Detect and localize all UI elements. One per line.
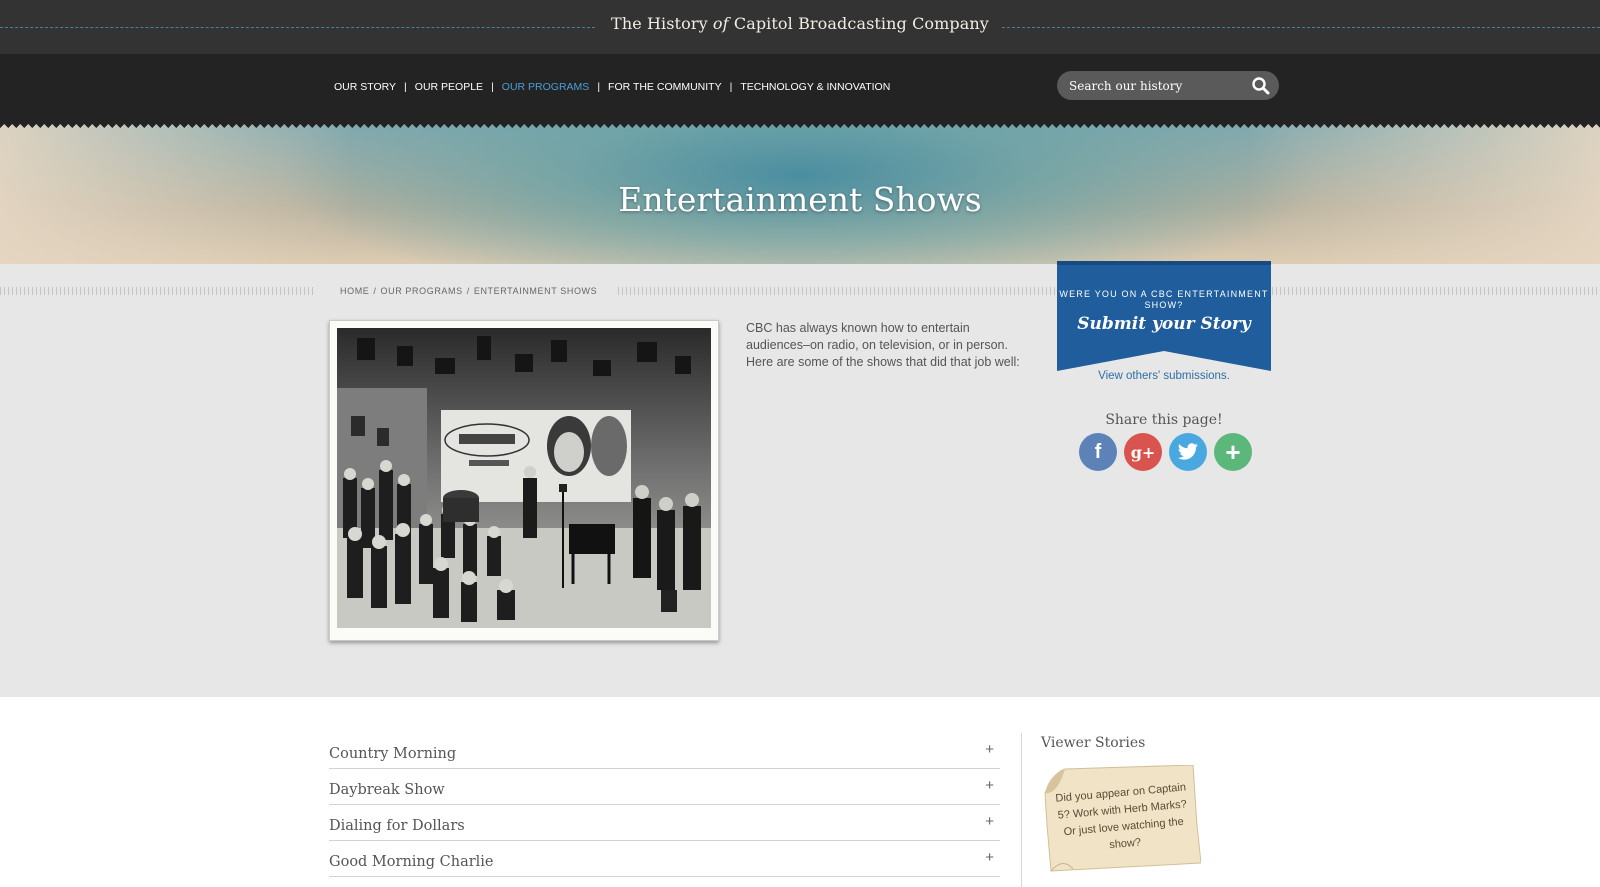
site-title-pre: The History xyxy=(611,14,713,33)
nav-our-programs[interactable]: OUR PROGRAMS xyxy=(502,81,590,93)
site-title-post: Capitol Broadcasting Company xyxy=(728,14,989,33)
tick-rule xyxy=(1272,287,1600,295)
facebook-share-button[interactable]: f xyxy=(1079,433,1117,471)
share-title: Share this page! xyxy=(1105,412,1223,428)
google-plus-icon: g+ xyxy=(1130,442,1156,462)
nav-for-the-community[interactable]: FOR THE COMMUNITY xyxy=(608,81,722,93)
accordion-label: Country Morning xyxy=(329,746,457,762)
title-rule-left xyxy=(0,27,595,28)
breadcrumb: HOME / OUR PROGRAMS / ENTERTAINMENT SHOWS xyxy=(340,286,597,296)
studio-photo xyxy=(337,328,711,628)
intro-text: CBC has always known how to entertain au… xyxy=(746,321,1020,369)
share-buttons: f g+ + xyxy=(1079,433,1252,471)
shows-section: Country Morning + Daybreak Show + Dialin… xyxy=(0,697,1600,887)
site-title-of: of xyxy=(712,14,729,33)
facebook-icon: f xyxy=(1094,440,1102,463)
twitter-icon xyxy=(1177,443,1198,460)
hero-banner: Entertainment Shows xyxy=(0,120,1600,264)
nav-our-story[interactable]: OUR STORY xyxy=(334,81,396,93)
accordion-item-dialing-for-dollars[interactable]: Dialing for Dollars + xyxy=(329,805,1000,841)
top-title-bar: The History of Capitol Broadcasting Comp… xyxy=(0,0,1600,54)
submit-story-button[interactable]: Submit your Story xyxy=(1057,314,1271,334)
more-share-button[interactable]: + xyxy=(1214,433,1252,471)
page-title: Entertainment Shows xyxy=(618,180,982,219)
viewer-story-prompt: Did you appear on Captain 5? Work with H… xyxy=(1055,781,1188,852)
nav-our-people[interactable]: OUR PEOPLE xyxy=(415,81,483,93)
expand-icon[interactable]: + xyxy=(985,849,994,866)
nav-separator: | xyxy=(404,81,407,93)
twitter-share-button[interactable] xyxy=(1169,433,1207,471)
nav-separator: | xyxy=(491,81,494,93)
search-input[interactable] xyxy=(1069,71,1247,100)
nav-separator: | xyxy=(729,81,733,93)
tick-rule xyxy=(0,287,313,295)
plus-icon: + xyxy=(1225,436,1241,467)
submit-story-banner[interactable]: WERE YOU ON A CBC ENTERTAINMENT SHOW? Su… xyxy=(1057,261,1271,372)
site-title[interactable]: The History of Capitol Broadcasting Comp… xyxy=(600,14,1000,33)
view-submissions-link[interactable]: View others' submissions. xyxy=(1057,370,1271,382)
breadcrumb-separator: / xyxy=(373,286,377,296)
zigzag-edge xyxy=(0,120,1600,128)
tick-rule xyxy=(618,287,1056,295)
nav-technology-innovation[interactable]: TECHNOLOGY & INNOVATION xyxy=(740,81,890,93)
accordion-label: Dialing for Dollars xyxy=(329,818,465,834)
breadcrumb-our-programs[interactable]: OUR PROGRAMS xyxy=(381,286,463,296)
magnifier-icon xyxy=(1252,77,1270,95)
main-navbar: OUR STORY | OUR PEOPLE | OUR PROGRAMS | … xyxy=(0,54,1600,124)
expand-icon[interactable]: + xyxy=(985,813,994,830)
breadcrumb-home[interactable]: HOME xyxy=(340,286,369,296)
accordion-label: Daybreak Show xyxy=(329,782,445,798)
search-button[interactable] xyxy=(1251,76,1271,96)
accordion-item-daybreak-show[interactable]: Daybreak Show + xyxy=(329,769,1000,805)
search-box xyxy=(1057,71,1279,100)
google-plus-share-button[interactable]: g+ xyxy=(1124,433,1162,471)
expand-icon[interactable]: + xyxy=(985,777,994,794)
nav-separator: | xyxy=(597,81,601,93)
breadcrumb-current: ENTERTAINMENT SHOWS xyxy=(473,286,598,296)
accordion-item-country-morning[interactable]: Country Morning + xyxy=(329,733,1000,769)
section-divider xyxy=(1021,733,1022,887)
viewer-stories-title: Viewer Stories xyxy=(1041,735,1146,751)
main-nav: OUR STORY | OUR PEOPLE | OUR PROGRAMS | … xyxy=(334,81,890,93)
title-rule-right xyxy=(1002,27,1600,28)
accordion-item-good-morning-charlie[interactable]: Good Morning Charlie + xyxy=(329,841,1000,877)
viewer-story-note[interactable]: Did you appear on Captain 5? Work with H… xyxy=(1043,765,1201,873)
shows-accordion: Country Morning + Daybreak Show + Dialin… xyxy=(329,733,1000,877)
submit-kicker: WERE YOU ON A CBC ENTERTAINMENT SHOW? xyxy=(1059,289,1269,310)
expand-icon[interactable]: + xyxy=(985,741,994,758)
photo-frame xyxy=(329,320,719,641)
accordion-label: Good Morning Charlie xyxy=(329,854,494,870)
breadcrumb-separator: / xyxy=(466,286,470,296)
